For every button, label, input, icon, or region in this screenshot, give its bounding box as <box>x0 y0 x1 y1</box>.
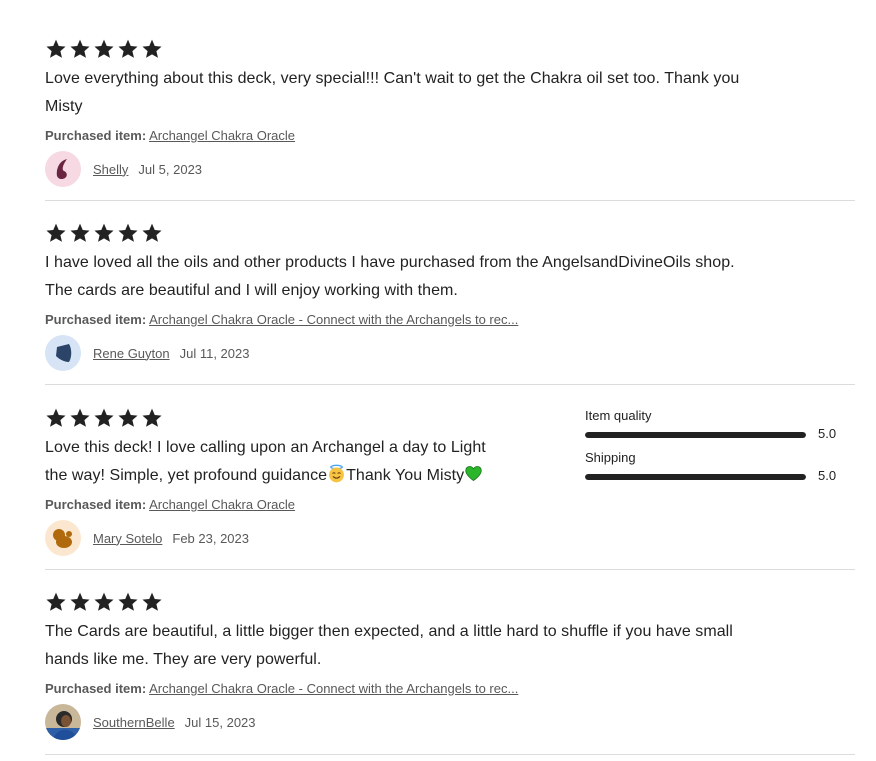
review-date: Jul 5, 2023 <box>138 161 203 177</box>
star-rating <box>45 591 163 613</box>
rating-row-shipping: Shipping 5.0 <box>585 450 845 488</box>
star-rating <box>45 222 163 244</box>
star-icon <box>93 38 115 60</box>
review-text-line: hands like me. They are very powerful. <box>45 651 322 668</box>
rating-value: 5.0 <box>818 426 837 441</box>
rating-bar-fill <box>585 432 806 438</box>
review-text-line: The Cards are beautiful, a little bigger… <box>45 623 733 640</box>
divider <box>45 384 855 385</box>
purchased-item-link[interactable]: Archangel Chakra Oracle - Connect with t… <box>149 312 518 327</box>
rating-value: 5.0 <box>818 468 837 483</box>
divider <box>45 569 855 570</box>
green-heart-icon <box>464 464 483 483</box>
star-rating <box>45 38 163 60</box>
rating-row-item-quality: Item quality 5.0 <box>585 408 845 446</box>
star-icon <box>45 222 67 244</box>
reviewer-name-link[interactable]: SouthernBelle <box>93 715 175 730</box>
divider <box>45 200 855 201</box>
star-rating <box>45 407 163 429</box>
purchased-item: Purchased item: Archangel Chakra Oracle … <box>45 311 518 329</box>
avatar[interactable] <box>45 151 81 187</box>
star-icon <box>141 222 163 244</box>
review-date: Feb 23, 2023 <box>172 530 249 546</box>
review-text-line: Love this deck! I love calling upon an A… <box>45 439 486 456</box>
reviewer-name-link[interactable]: Mary Sotelo <box>93 531 162 546</box>
reviewer-info: Mary Sotelo Feb 23, 2023 <box>45 520 249 556</box>
reviewer-name-link[interactable]: Shelly <box>93 162 128 177</box>
star-icon <box>45 407 67 429</box>
divider <box>45 754 855 755</box>
star-icon <box>69 222 91 244</box>
avatar[interactable] <box>45 520 81 556</box>
review-text-segment: the way! Simple, yet profound guidance <box>45 467 328 484</box>
review-date: Jul 15, 2023 <box>184 714 256 730</box>
review-date: Jul 11, 2023 <box>179 345 250 361</box>
review-text-line: Misty <box>45 98 83 115</box>
reviewer-info: SouthernBelle Jul 15, 2023 <box>45 704 256 740</box>
review-text: Love everything about this deck, very sp… <box>45 65 835 121</box>
star-icon <box>117 222 139 244</box>
purchased-item-label: Purchased item: <box>45 312 147 327</box>
star-icon <box>69 407 91 429</box>
review-2: I have loved all the oils and other prod… <box>45 222 855 372</box>
rating-label: Item quality <box>585 408 652 423</box>
review-text: Love this deck! I love calling upon an A… <box>45 434 545 490</box>
avatar[interactable] <box>45 335 81 371</box>
star-icon <box>93 222 115 244</box>
star-icon <box>45 591 67 613</box>
star-icon <box>93 407 115 429</box>
review-4: The Cards are beautiful, a little bigger… <box>45 591 855 741</box>
star-icon <box>69 591 91 613</box>
purchased-item: Purchased item: Archangel Chakra Oracle <box>45 127 295 145</box>
star-icon <box>93 591 115 613</box>
review-1: Love everything about this deck, very sp… <box>45 38 855 188</box>
purchased-item-label: Purchased item: <box>45 497 147 512</box>
review-text-line: Love everything about this deck, very sp… <box>45 70 740 87</box>
review-text-line: The cards are beautiful and I will enjoy… <box>45 282 458 299</box>
star-icon <box>141 38 163 60</box>
reviewer-info: Shelly Jul 5, 2023 <box>45 151 202 187</box>
rating-bar-fill <box>585 474 806 480</box>
purchased-item-link[interactable]: Archangel Chakra Oracle - Connect with t… <box>149 681 518 696</box>
review-text: I have loved all the oils and other prod… <box>45 249 835 305</box>
avatar[interactable] <box>45 704 81 740</box>
review-text-line: the way! Simple, yet profound guidance Th… <box>45 462 545 490</box>
star-icon <box>141 407 163 429</box>
reviewer-name-link[interactable]: Rene Guyton <box>93 346 170 361</box>
star-icon <box>45 38 67 60</box>
purchased-item: Purchased item: Archangel Chakra Oracle <box>45 496 295 514</box>
review-text: The Cards are beautiful, a little bigger… <box>45 618 835 674</box>
rating-label: Shipping <box>585 450 636 465</box>
purchased-item-link[interactable]: Archangel Chakra Oracle <box>149 497 295 512</box>
star-icon <box>117 591 139 613</box>
purchased-item-label: Purchased item: <box>45 128 147 143</box>
rating-bar <box>585 474 806 480</box>
review-text-line: I have loved all the oils and other prod… <box>45 254 735 271</box>
reviewer-info: Rene Guyton Jul 11, 2023 <box>45 335 249 371</box>
star-icon <box>141 591 163 613</box>
review-text-segment: Thank You Misty <box>346 467 465 484</box>
smiling-face-with-halo-icon <box>327 464 346 483</box>
rating-bar <box>585 432 806 438</box>
star-icon <box>117 38 139 60</box>
purchased-item-link[interactable]: Archangel Chakra Oracle <box>149 128 295 143</box>
purchased-item-label: Purchased item: <box>45 681 147 696</box>
star-icon <box>69 38 91 60</box>
star-icon <box>117 407 139 429</box>
purchased-item: Purchased item: Archangel Chakra Oracle … <box>45 680 518 698</box>
